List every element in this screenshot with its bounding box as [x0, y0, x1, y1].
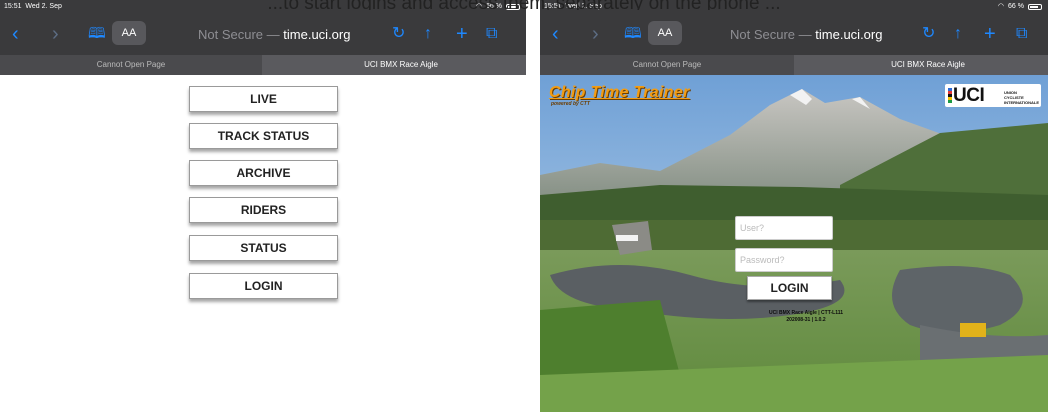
user-input[interactable]: User? — [735, 216, 833, 240]
reload-icon[interactable]: ↻ — [922, 23, 935, 45]
login-menu-button[interactable]: LOGIN — [189, 273, 338, 299]
tabs-overview-icon[interactable]: ⧉ — [1016, 23, 1027, 45]
uci-tagline: UNION CYCLISTE INTERNATIONALE — [1004, 90, 1040, 105]
url-host: time.uci.org — [815, 27, 883, 42]
bookmarks-icon[interactable]: 🕮 — [624, 23, 642, 45]
footer-line-2: 202008-31 | 1.0.2 — [786, 317, 826, 323]
forward-icon[interactable]: › — [52, 23, 59, 45]
tab-uci-bmx[interactable]: UCI BMX Race Aigle — [794, 55, 1048, 75]
footer-line-1: UCI BMX Race Aigle | CTT-L111 — [768, 310, 843, 316]
uci-logo: UCI UNION CYCLISTE INTERNATIONALE — [945, 84, 1041, 107]
track-status-button[interactable]: TRACK STATUS — [189, 123, 338, 149]
address-bar[interactable]: Not Secure — time.uci.org — [198, 27, 350, 42]
new-tab-icon[interactable]: + — [456, 23, 468, 45]
login-button[interactable]: LOGIN — [747, 276, 832, 300]
tab-label: UCI BMX Race Aigle — [364, 60, 438, 69]
tabs-overview-icon[interactable]: ⧉ — [486, 23, 497, 45]
back-icon[interactable]: ‹ — [552, 23, 559, 45]
tab-cannot-open[interactable]: Cannot Open Page — [0, 55, 262, 75]
ctt-logo: Chip Time Trainer — [549, 84, 690, 101]
reader-aa-button[interactable]: AA — [648, 21, 682, 45]
live-button[interactable]: LIVE — [189, 86, 338, 112]
tab-uci-bmx[interactable]: UCI BMX Race Aigle — [262, 55, 526, 75]
back-icon[interactable]: ‹ — [12, 23, 19, 45]
share-icon[interactable]: ↑ — [424, 23, 432, 45]
share-icon[interactable]: ↑ — [954, 23, 962, 45]
bmx-track-photo-svg — [540, 75, 1048, 412]
url-prefix: Not Secure — — [198, 27, 280, 42]
tab-bar: Cannot Open Page ✕ UCI BMX Race Aigle — [540, 55, 1048, 75]
status-button[interactable]: STATUS — [189, 235, 338, 261]
safari-toolbar: ‹ › 🕮 AA Not Secure — time.uci.org ↻ ↑ +… — [0, 13, 526, 55]
archive-button[interactable]: ARCHIVE — [189, 160, 338, 186]
left-screenshot: 15:51 Wed 2. Sep ◠ 66 % ‹ › 🕮 AA Not Sec… — [0, 0, 526, 412]
new-tab-icon[interactable]: + — [984, 23, 996, 45]
caption-text: ...to start logins and access them, sepa… — [0, 0, 1048, 10]
bmx-track-photo — [540, 75, 1048, 412]
reload-icon[interactable]: ↻ — [392, 23, 405, 45]
password-input[interactable]: Password? — [735, 248, 833, 272]
url-prefix: Not Secure — — [730, 27, 812, 42]
tab-bar: Cannot Open Page ✕ UCI BMX Race Aigle — [0, 55, 526, 75]
uci-stripes — [948, 88, 952, 103]
tab-cannot-open[interactable]: Cannot Open Page — [540, 55, 794, 75]
safari-toolbar: ‹ › 🕮 AA Not Secure — time.uci.org ↻ ↑ +… — [540, 13, 1048, 55]
address-bar[interactable]: Not Secure — time.uci.org — [730, 27, 882, 42]
bookmarks-icon[interactable]: 🕮 — [88, 23, 106, 45]
url-host: time.uci.org — [283, 27, 351, 42]
reader-aa-button[interactable]: AA — [112, 21, 146, 45]
riders-button[interactable]: RIDERS — [189, 197, 338, 223]
login-footer: UCI BMX Race Aigle | CTT-L111 202008-31 … — [742, 310, 870, 324]
right-screenshot: 15:51 Wed 2. Sep ◠ 66 % ‹ › 🕮 AA Not Sec… — [540, 0, 1048, 412]
ctt-logo-subtitle: powered by CTT — [551, 101, 590, 107]
forward-icon[interactable]: › — [592, 23, 599, 45]
tab-label: UCI BMX Race Aigle — [891, 60, 965, 69]
uci-wordmark: UCI — [953, 85, 985, 106]
